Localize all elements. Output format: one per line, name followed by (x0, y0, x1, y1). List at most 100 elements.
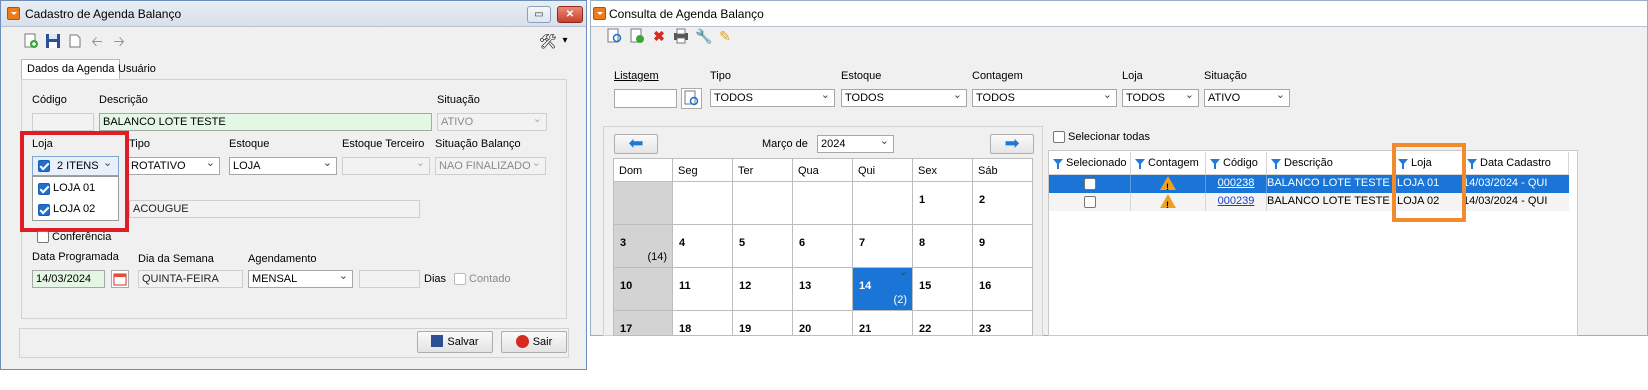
contado-checkbox[interactable] (454, 273, 466, 285)
tipo-select[interactable]: ROTATIVO (127, 157, 220, 175)
secao-input[interactable]: ACOUGUE (129, 200, 420, 218)
calendar-day-number: 18 (679, 323, 692, 335)
filter-funnel-icon[interactable] (1135, 159, 1145, 169)
calendar-day-10[interactable]: 10 (613, 268, 673, 311)
calendar-day-18[interactable]: 18 (673, 311, 733, 336)
calendar-day-3[interactable]: 3 (14) (613, 225, 673, 268)
back-arrow-icon[interactable]: 🡠 (89, 33, 105, 49)
calendar-day-number: 16 (979, 280, 992, 292)
agendamento-select[interactable]: MENSAL (248, 270, 353, 288)
tipo-filter-select[interactable]: TODOS (710, 89, 835, 107)
estoque-select[interactable]: LOJA (229, 157, 337, 175)
data-programada-label: Data Programada (32, 251, 119, 263)
calendar-day-6[interactable]: 6 (793, 225, 853, 268)
situacao-balanco-label: Situação Balanço (435, 138, 521, 150)
filter-funnel-icon[interactable] (1210, 159, 1220, 169)
tools-icon[interactable]: 🛠 (539, 33, 557, 49)
listagem-input[interactable] (614, 89, 677, 108)
tab-dados-da-agenda[interactable]: Dados da Agenda (21, 59, 121, 79)
weekday-header-dom: Dom (613, 158, 673, 182)
calendar-day-21[interactable]: 21 (853, 311, 913, 336)
app-menu-icon[interactable] (593, 7, 606, 20)
calendar-day-22[interactable]: 22 (913, 311, 973, 336)
codigo-link[interactable]: 000238 (1218, 177, 1255, 189)
row-select-checkbox[interactable] (1084, 178, 1096, 190)
new-doc-icon[interactable] (629, 28, 645, 44)
dia-semana-input[interactable]: QUINTA-FEIRA (138, 270, 243, 288)
calendar-day-1[interactable]: 1 (913, 182, 973, 225)
calendar-day-11[interactable]: 11 (673, 268, 733, 311)
calendar-day-9[interactable]: 9 (973, 225, 1033, 268)
tab-usuario[interactable]: Usuário (113, 60, 161, 80)
data-programada-input[interactable]: 14/03/2024 (32, 270, 105, 288)
next-month-button[interactable]: ➡ (990, 134, 1034, 154)
codigo-cell[interactable]: 000238 (1206, 175, 1267, 193)
loja-filter-select[interactable]: TODOS (1122, 89, 1199, 107)
weekday-header-ter: Ter (733, 158, 793, 182)
tools-caret-icon[interactable]: ▾ (557, 33, 573, 49)
column-header-cdigo[interactable]: Código (1206, 152, 1267, 175)
situacao-select[interactable]: ATIVO (437, 113, 547, 131)
calendar-picker-icon[interactable] (111, 270, 129, 288)
calendar-day-7[interactable]: 7 (853, 225, 913, 268)
column-header-selecionado[interactable]: Selecionado (1049, 152, 1131, 175)
descricao-input[interactable]: BALANCO LOTE TESTE (99, 113, 432, 131)
calendar-day-20[interactable]: 20 (793, 311, 853, 336)
row-select-cell[interactable] (1049, 175, 1131, 193)
row-select-checkbox[interactable] (1084, 196, 1096, 208)
calendar-day-2[interactable]: 2 (973, 182, 1033, 225)
codigo-link[interactable]: 000239 (1218, 195, 1255, 207)
calendar-day-15[interactable]: 15 (913, 268, 973, 311)
calendar-day-23[interactable]: 23 (973, 311, 1033, 336)
contagem-filter-select[interactable]: TODOS (972, 89, 1117, 107)
calendar-day-16[interactable]: 16 (973, 268, 1033, 311)
calendar-day-4[interactable]: 4 (673, 225, 733, 268)
column-header-datacadastro[interactable]: Data Cadastro (1463, 152, 1569, 175)
table-row[interactable]: 000239BALANCO LOTE TESTELOJA 0214/03/202… (1049, 193, 1569, 211)
calendar-day-5[interactable]: 5 (733, 225, 793, 268)
descricao-label: Descrição (99, 94, 148, 106)
codigo-cell[interactable]: 000239 (1206, 193, 1267, 211)
calendar-day-8[interactable]: 8 (913, 225, 973, 268)
wrench-icon[interactable]: 🔧 (695, 28, 712, 44)
column-header-contagem[interactable]: Contagem (1131, 152, 1206, 175)
restore-button[interactable]: ▭ (527, 6, 551, 23)
contado-label: Contado (469, 273, 511, 285)
edit-pencil-icon[interactable]: ✎ (717, 28, 733, 44)
dias-input[interactable] (359, 270, 420, 288)
situacao-filter-select[interactable]: ATIVO (1204, 89, 1290, 107)
print-icon[interactable] (673, 28, 689, 44)
calendar-day-number: 9 (979, 237, 986, 249)
table-row[interactable]: 000238BALANCO LOTE TESTELOJA 0114/03/202… (1049, 175, 1569, 193)
forward-arrow-icon[interactable]: 🡢 (111, 33, 127, 49)
calendar-day-14[interactable]: 14 (2) (853, 265, 913, 311)
calendar-day-17[interactable]: 17 (613, 311, 673, 336)
filter-funnel-icon[interactable] (1271, 159, 1281, 169)
sair-button[interactable]: Sair (501, 331, 567, 353)
salvar-button[interactable]: Salvar (417, 331, 493, 353)
new-record-icon[interactable] (23, 33, 39, 49)
save-icon[interactable] (45, 33, 61, 49)
calendar-day-12[interactable]: 12 (733, 268, 793, 311)
calendar-day-19[interactable]: 19 (733, 311, 793, 336)
close-button[interactable]: ✕ (557, 6, 583, 23)
app-menu-icon[interactable] (7, 7, 20, 20)
estoque-terceiro-select[interactable] (342, 157, 430, 175)
search-doc-icon[interactable] (607, 28, 623, 44)
codigo-input[interactable] (32, 113, 94, 131)
weekday-header-qui: Qui (853, 158, 913, 182)
column-header-descrio[interactable]: Descrição (1267, 152, 1394, 175)
select-all-checkbox[interactable] (1053, 131, 1065, 143)
copy-icon[interactable] (67, 33, 83, 49)
listagem-search-icon[interactable] (681, 88, 702, 109)
filter-funnel-icon[interactable] (1467, 159, 1477, 169)
estoque-filter-select[interactable]: TODOS (841, 89, 967, 107)
prev-month-button[interactable]: ⬅ (614, 134, 658, 154)
filter-funnel-icon[interactable] (1053, 159, 1063, 169)
calendar-day-13[interactable]: 13 (793, 268, 853, 311)
delete-x-icon[interactable]: ✖ (651, 28, 667, 44)
year-select[interactable]: 2024 (817, 135, 894, 153)
row-select-cell[interactable] (1049, 193, 1131, 211)
situacao-balanco-select[interactable]: NAO FINALIZADO (435, 157, 546, 175)
conferencia-checkbox[interactable] (37, 231, 49, 243)
